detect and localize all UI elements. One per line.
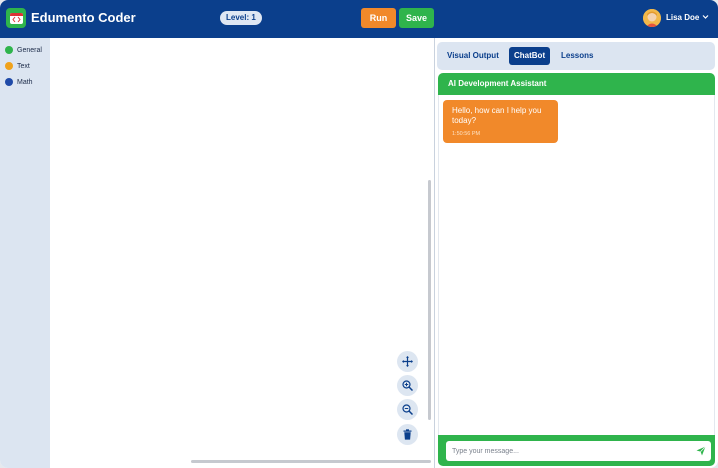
zoom-out-button[interactable]	[397, 399, 418, 420]
chat-message-area[interactable]	[438, 95, 715, 435]
category-color-dot	[5, 62, 13, 70]
zoom-in-button[interactable]	[397, 375, 418, 396]
user-name[interactable]: Lisa Doe	[666, 13, 699, 22]
run-button[interactable]: Run	[361, 8, 396, 28]
level-badge: Level: 1	[220, 11, 262, 25]
chat-message-time: 1:50:56 PM	[452, 131, 481, 137]
code-workspace[interactable]	[50, 38, 435, 468]
tab-visual-output[interactable]: Visual Output	[442, 47, 504, 65]
category-label: Math	[17, 78, 33, 86]
workspace-vertical-scrollbar[interactable]	[428, 180, 431, 420]
delete-button[interactable]	[397, 424, 418, 445]
zoom-out-icon	[402, 404, 413, 415]
tab-chatbot[interactable]: ChatBot	[509, 47, 551, 65]
move-icon	[402, 356, 413, 367]
category-general[interactable]: General	[5, 45, 42, 55]
category-color-dot	[5, 46, 13, 54]
top-header: Edumento Coder Level: 1 Run Save Lisa Do…	[0, 0, 718, 38]
zoom-in-icon	[402, 380, 413, 391]
chat-message-bubble: Hello, how can I help you today? 1:50:56…	[443, 100, 558, 143]
block-category-sidebar	[0, 38, 50, 468]
chat-title: AI Development Assistant	[438, 73, 715, 95]
tab-lessons[interactable]: Lessons	[556, 47, 598, 65]
category-label: Text	[17, 62, 30, 70]
save-button[interactable]: Save	[399, 8, 434, 28]
category-math[interactable]: Math	[5, 77, 33, 87]
code-window-icon	[9, 12, 23, 24]
category-color-dot	[5, 78, 13, 86]
workspace-horizontal-scrollbar[interactable]	[191, 460, 431, 463]
app-title: Edumento Coder	[31, 10, 136, 25]
avatar[interactable]	[643, 9, 661, 27]
chevron-down-icon[interactable]	[702, 14, 709, 20]
category-label: General	[17, 46, 42, 54]
send-icon[interactable]	[696, 446, 706, 456]
chat-message-text: Hello, how can I help you today?	[452, 106, 542, 125]
app-window: Edumento Coder Level: 1 Run Save Lisa Do…	[0, 0, 718, 468]
chat-message-input[interactable]	[446, 441, 711, 461]
move-button[interactable]	[397, 351, 418, 372]
trash-icon	[403, 429, 412, 440]
app-logo	[6, 8, 26, 28]
category-text[interactable]: Text	[5, 61, 30, 71]
